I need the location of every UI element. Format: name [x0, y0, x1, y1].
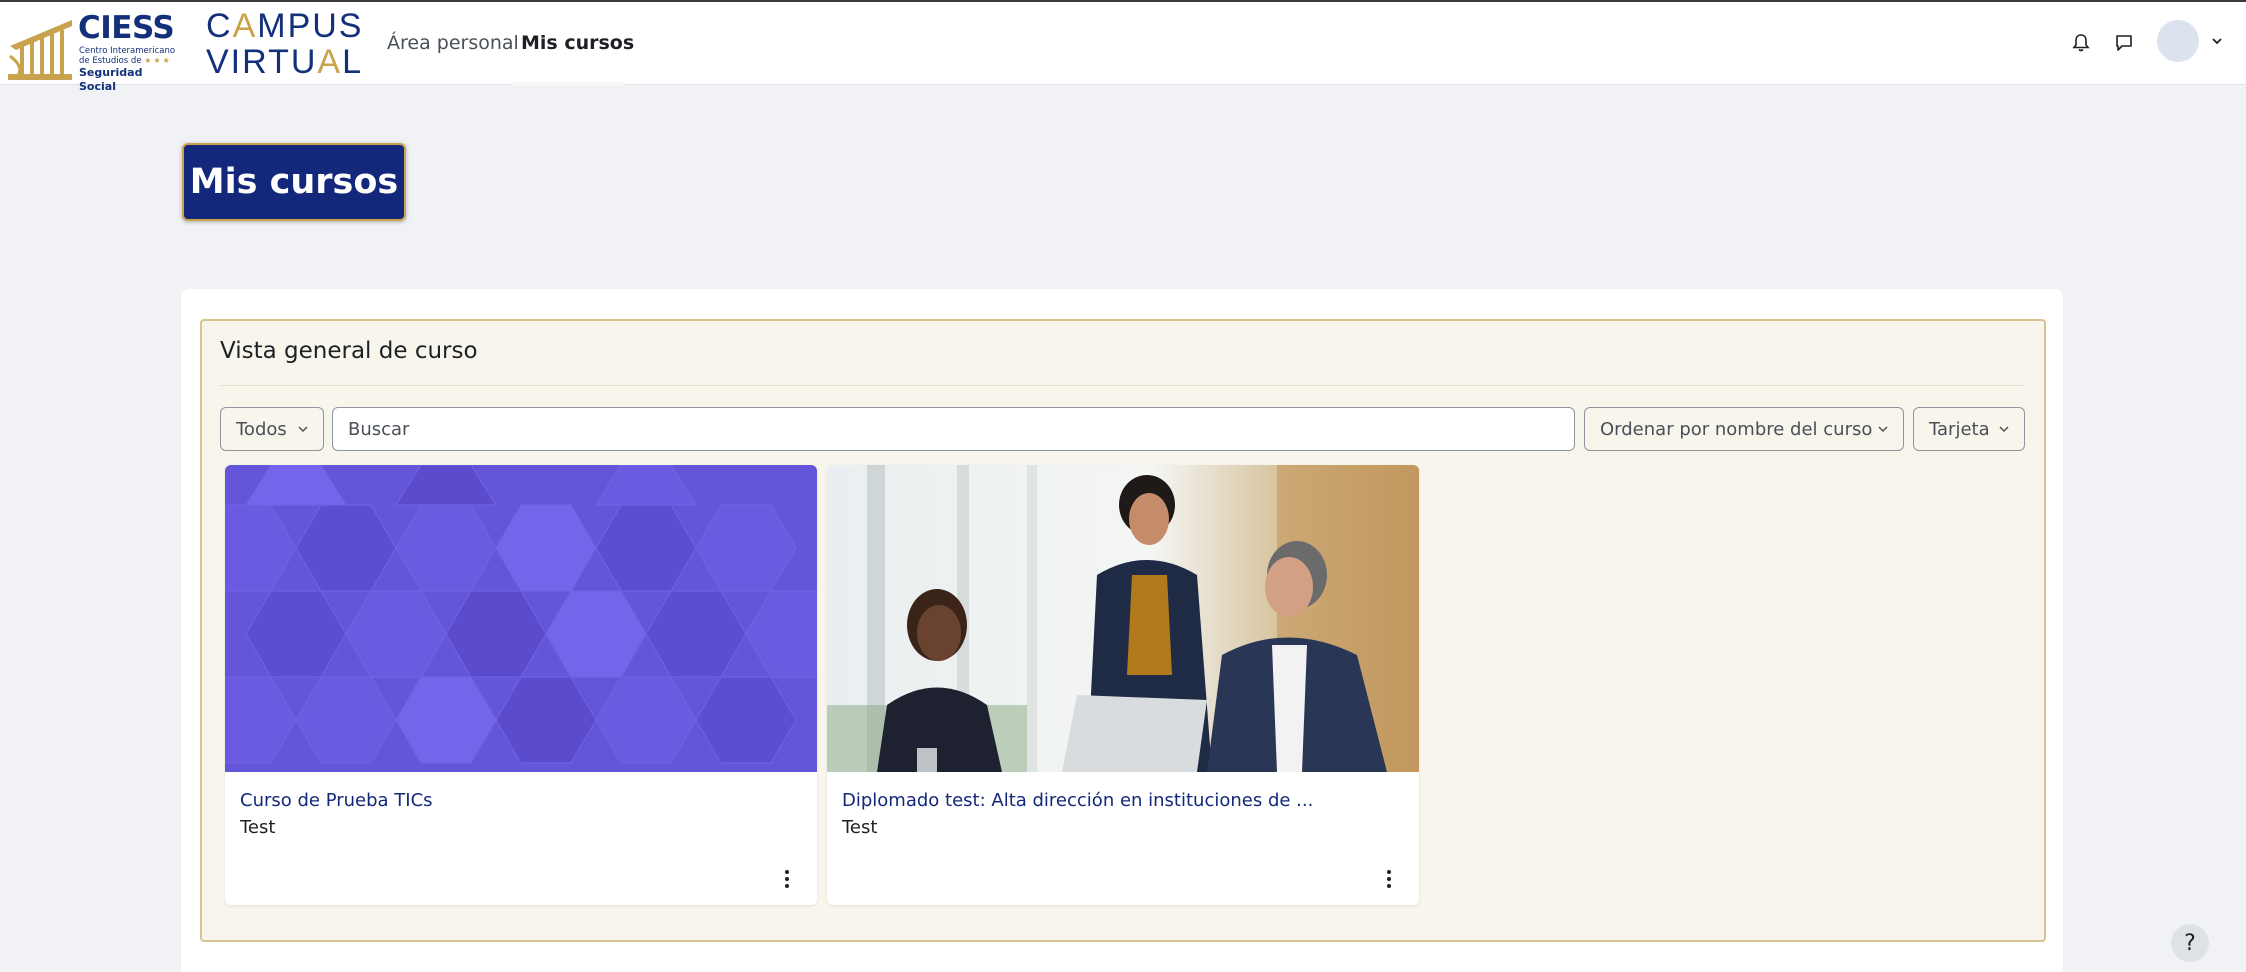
course-card[interactable]: Diplomado test: Alta dirección en instit…	[827, 465, 1419, 905]
block-title: Vista general de curso	[220, 338, 478, 364]
chevron-down-icon[interactable]	[2210, 34, 2224, 48]
course-actions-menu-icon[interactable]	[1381, 867, 1397, 891]
ciess-emblem-icon	[8, 20, 72, 80]
course-category: Test	[240, 817, 276, 838]
ciess-logo[interactable]: CIESS Centro Interamericano de Estudios …	[6, 10, 176, 93]
nav-active-indicator	[511, 82, 625, 86]
course-name-link[interactable]: Diplomado test: Alta dirección en instit…	[842, 790, 1313, 811]
course-card[interactable]: Curso de Prueba TICs Test	[225, 465, 817, 905]
grouping-dropdown-label: Todos	[236, 418, 287, 440]
stars-decoration: ★★★	[144, 56, 172, 65]
course-image-hexagons[interactable]	[225, 465, 817, 772]
user-avatar[interactable]	[2157, 20, 2199, 62]
ciess-subtitle-line1: Centro Interamericano	[79, 46, 176, 56]
view-dropdown-label: Tarjeta	[1929, 418, 1990, 440]
chevron-down-icon	[298, 426, 308, 433]
ciess-subtitle-line3: Seguridad Social	[79, 66, 143, 93]
grouping-dropdown[interactable]: Todos	[220, 407, 324, 451]
course-category: Test	[842, 817, 878, 838]
chevron-down-icon	[1878, 426, 1888, 433]
block-divider	[220, 385, 2025, 386]
search-input[interactable]	[332, 407, 1575, 451]
nav-mis-cursos[interactable]: Mis cursos	[521, 32, 634, 54]
chevron-down-icon	[1999, 426, 2009, 433]
nav-area-personal[interactable]: Área personal	[387, 32, 519, 54]
help-button[interactable]: ?	[2171, 924, 2209, 962]
course-actions-menu-icon[interactable]	[779, 867, 795, 891]
campus-virtual-logo[interactable]: CAMPUS VIRTUAL	[206, 8, 363, 80]
sort-dropdown[interactable]: Ordenar por nombre del curso	[1584, 407, 1904, 451]
bell-icon[interactable]	[2068, 30, 2094, 56]
sort-dropdown-label: Ordenar por nombre del curso	[1600, 418, 1873, 440]
top-navbar: CIESS Centro Interamericano de Estudios …	[0, 0, 2246, 93]
ciess-wordmark: CIESS	[78, 10, 175, 46]
course-image-meeting-photo[interactable]	[827, 465, 1419, 772]
campus-logo-line1: CAMPUS	[206, 7, 364, 45]
chat-icon[interactable]	[2111, 30, 2137, 56]
ciess-subtitle: Centro Interamericano de Estudios de ★★★…	[79, 46, 179, 94]
course-name-link[interactable]: Curso de Prueba TICs	[240, 790, 433, 811]
page-title: Mis cursos	[182, 143, 406, 221]
ciess-subtitle-line2: de Estudios de	[79, 56, 142, 66]
campus-logo-line2: VIRTUAL	[206, 43, 363, 81]
view-dropdown[interactable]: Tarjeta	[1913, 407, 2025, 451]
